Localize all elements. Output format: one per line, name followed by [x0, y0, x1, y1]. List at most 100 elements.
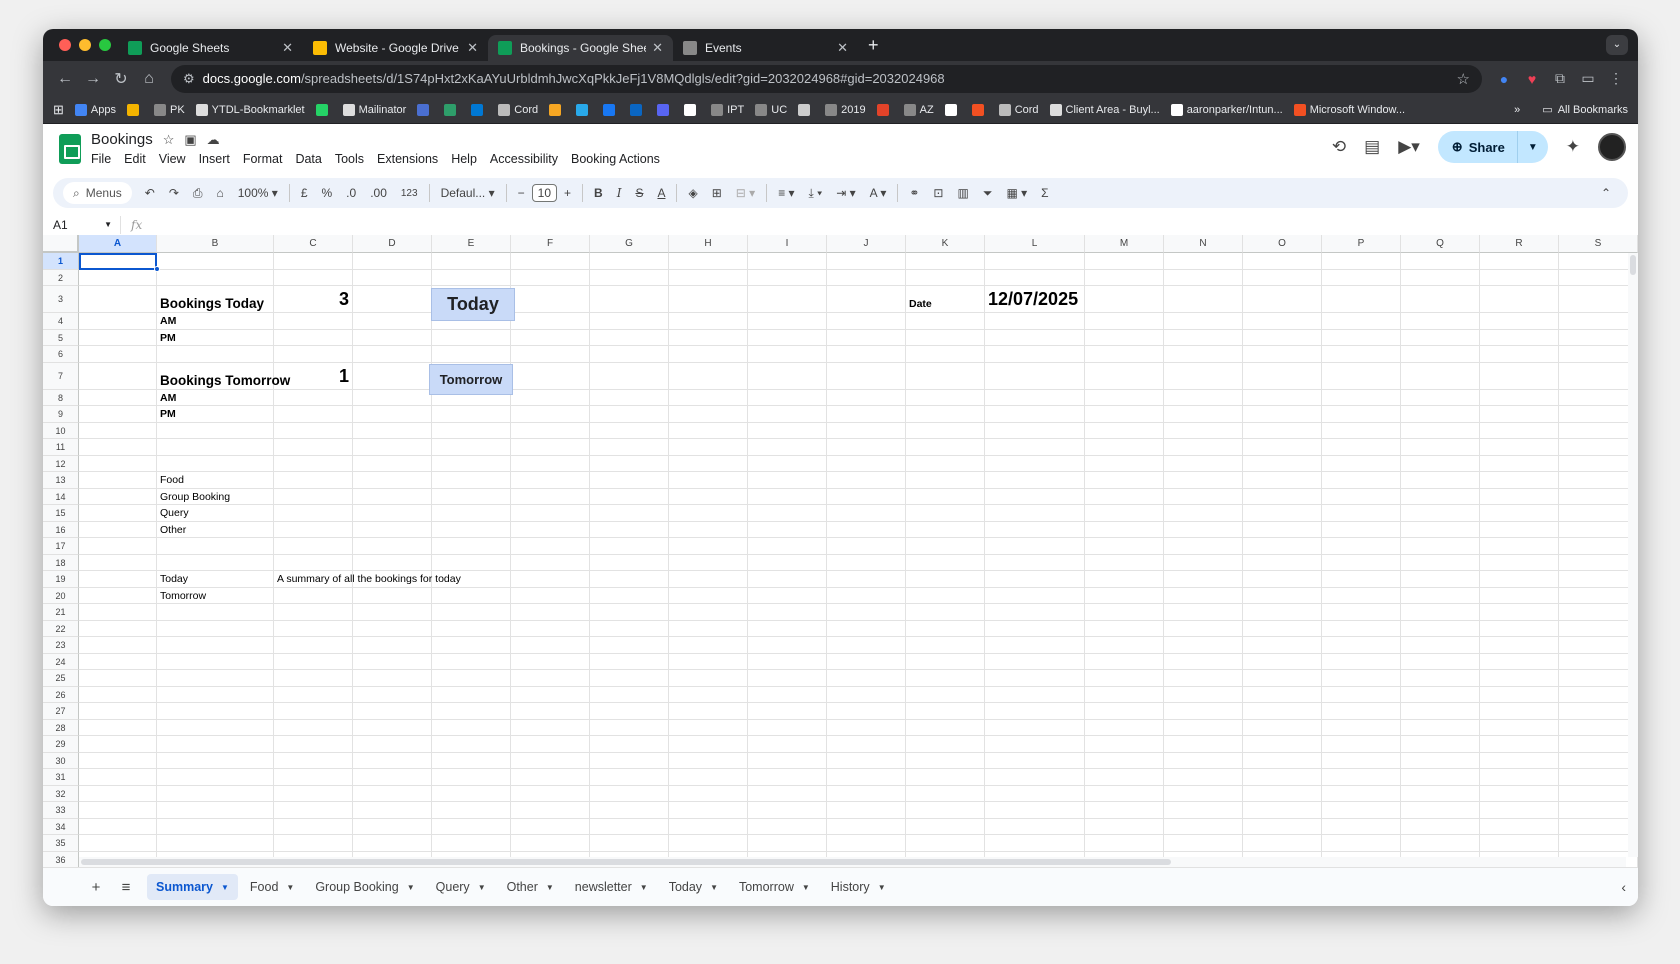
- undo-icon[interactable]: ↶: [138, 186, 162, 200]
- font-size-input[interactable]: 10: [531, 184, 557, 202]
- reload-button[interactable]: ↻: [107, 69, 135, 89]
- meet-icon[interactable]: ▶▾: [1398, 137, 1420, 157]
- selected-cell[interactable]: [79, 253, 157, 270]
- row-header[interactable]: 10: [43, 422, 79, 439]
- paint-format-icon[interactable]: ⌂: [210, 186, 231, 200]
- bookmark-item[interactable]: [798, 103, 814, 116]
- horizontal-scroll-thumb[interactable]: [81, 859, 1171, 865]
- row-header[interactable]: 8: [43, 389, 79, 406]
- sheet-tab[interactable]: newsletter ▼: [566, 874, 657, 900]
- menu-item[interactable]: Help: [451, 152, 477, 166]
- print-icon[interactable]: ⎙: [186, 186, 210, 201]
- column-header[interactable]: E: [432, 235, 511, 253]
- row-header[interactable]: 36: [43, 851, 79, 867]
- select-all-corner[interactable]: [43, 235, 79, 253]
- menu-item[interactable]: Extensions: [377, 152, 438, 166]
- row-header[interactable]: 32: [43, 785, 79, 802]
- row-header[interactable]: 13: [43, 472, 79, 489]
- bold-icon[interactable]: B: [587, 186, 610, 200]
- menu-item[interactable]: Format: [243, 152, 283, 166]
- row-header[interactable]: 25: [43, 670, 79, 687]
- close-tab-icon[interactable]: ✕: [652, 40, 663, 56]
- column-header[interactable]: K: [906, 235, 985, 253]
- row-header[interactable]: 6: [43, 346, 79, 363]
- column-header[interactable]: J: [827, 235, 906, 253]
- row-header[interactable]: 35: [43, 835, 79, 852]
- sheet-tab[interactable]: Summary ▼: [147, 874, 238, 900]
- insert-chart-icon[interactable]: ▥: [950, 186, 975, 200]
- column-header[interactable]: I: [748, 235, 827, 253]
- row-header[interactable]: 34: [43, 818, 79, 835]
- row-header[interactable]: 19: [43, 571, 79, 588]
- sheet-tab-dropdown-icon[interactable]: ▼: [286, 883, 294, 892]
- row-header[interactable]: 9: [43, 406, 79, 423]
- row-header[interactable]: 1: [43, 253, 79, 270]
- bookmark-item[interactable]: [603, 103, 619, 116]
- column-header[interactable]: C: [274, 235, 353, 253]
- column-header[interactable]: D: [353, 235, 432, 253]
- menu-item[interactable]: Data: [295, 152, 321, 166]
- tomorrow-button[interactable]: Tomorrow: [429, 363, 513, 395]
- text-wrapping-icon[interactable]: ⇥ ▾: [829, 186, 862, 200]
- close-tab-icon[interactable]: ✕: [837, 40, 848, 56]
- today-button[interactable]: Today: [431, 288, 515, 321]
- browser-menu-icon[interactable]: ⋮: [1602, 70, 1630, 87]
- row-header[interactable]: 16: [43, 521, 79, 538]
- borders-icon[interactable]: ⊞: [705, 186, 729, 200]
- tab-search-button[interactable]: ⌄: [1606, 35, 1628, 55]
- avatar[interactable]: [1598, 133, 1626, 161]
- sheets-logo-icon[interactable]: [59, 134, 81, 164]
- column-header[interactable]: H: [669, 235, 748, 253]
- bookmark-item[interactable]: [417, 103, 433, 116]
- row-header[interactable]: 31: [43, 769, 79, 786]
- font-size-increase-icon[interactable]: +: [557, 186, 578, 200]
- sheet-tab-dropdown-icon[interactable]: ▼: [878, 883, 886, 892]
- bookmark-item[interactable]: [549, 103, 565, 116]
- row-header[interactable]: 26: [43, 686, 79, 703]
- row-header[interactable]: 27: [43, 703, 79, 720]
- address-bar[interactable]: ⚙ docs.google.com /spreadsheets/d/1S74pH…: [171, 64, 1482, 93]
- collapse-toolbar-icon[interactable]: ⌃: [1594, 186, 1618, 200]
- sheet-tab[interactable]: Query ▼: [427, 874, 495, 900]
- vertical-align-icon[interactable]: ⤓ ▾: [802, 186, 830, 201]
- bookmark-item[interactable]: YTDL-Bookmarklet: [195, 103, 305, 116]
- bookmark-item[interactable]: Client Area - Buyl...: [1049, 103, 1160, 116]
- row-header[interactable]: 12: [43, 455, 79, 472]
- bookmark-item[interactable]: [630, 103, 646, 116]
- row-header[interactable]: 22: [43, 620, 79, 637]
- horizontal-scrollbar[interactable]: [79, 857, 1626, 867]
- row-header[interactable]: 23: [43, 637, 79, 654]
- bookmark-item[interactable]: [315, 103, 332, 116]
- document-title[interactable]: Bookings: [91, 131, 153, 148]
- search-menus[interactable]: ⌕ Menus: [63, 182, 132, 204]
- column-header[interactable]: A: [79, 235, 157, 253]
- pocket-icon[interactable]: ♥: [1518, 71, 1546, 87]
- column-header[interactable]: B: [157, 235, 274, 253]
- strikethrough-icon[interactable]: S: [628, 186, 650, 200]
- extensions-icon[interactable]: ⧉: [1546, 70, 1574, 87]
- bookmark-item[interactable]: AZ: [903, 103, 934, 116]
- move-folder-icon[interactable]: ▣: [184, 132, 196, 148]
- sheet-tab[interactable]: History ▼: [822, 874, 895, 900]
- bookmark-item[interactable]: [944, 103, 961, 116]
- merge-cells-icon[interactable]: ⊟ ▾: [729, 186, 762, 200]
- currency-format-button[interactable]: £: [294, 186, 315, 200]
- close-tab-icon[interactable]: ✕: [282, 40, 293, 56]
- bookmark-item[interactable]: PK: [153, 103, 185, 116]
- row-header[interactable]: 15: [43, 505, 79, 522]
- row-header[interactable]: 30: [43, 752, 79, 769]
- new-tab-button[interactable]: +: [868, 35, 879, 56]
- italic-icon[interactable]: I: [610, 186, 629, 200]
- fill-color-icon[interactable]: ◈: [681, 186, 704, 200]
- row-header[interactable]: 3: [43, 286, 79, 313]
- column-header[interactable]: L: [985, 235, 1085, 253]
- column-header[interactable]: O: [1243, 235, 1322, 253]
- vertical-scrollbar[interactable]: [1628, 253, 1638, 857]
- vertical-scroll-thumb[interactable]: [1630, 255, 1636, 275]
- row-header[interactable]: 11: [43, 439, 79, 456]
- name-box-dropdown-icon[interactable]: ▼: [104, 220, 112, 229]
- sheet-tab[interactable]: Other ▼: [498, 874, 563, 900]
- row-header[interactable]: 28: [43, 719, 79, 736]
- menu-item[interactable]: Tools: [335, 152, 364, 166]
- menu-item[interactable]: Accessibility: [490, 152, 558, 166]
